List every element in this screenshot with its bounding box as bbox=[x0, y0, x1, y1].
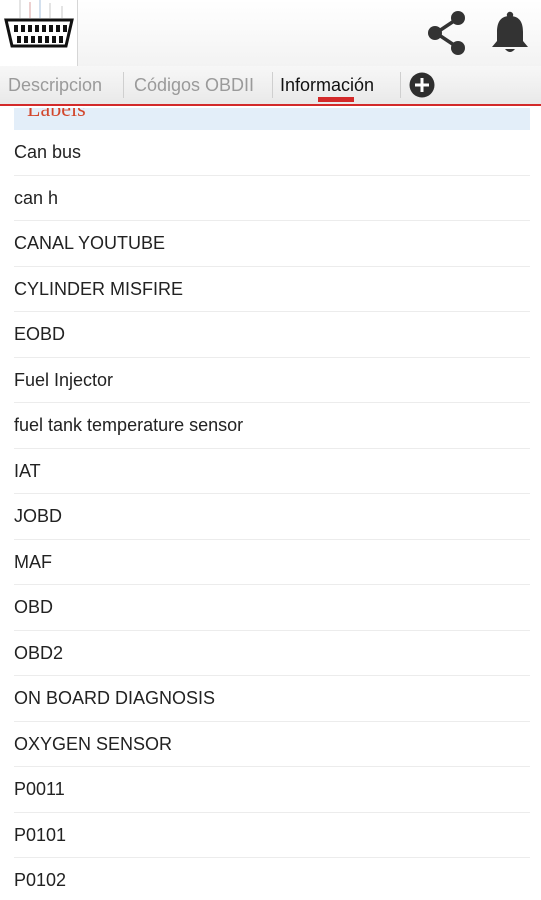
label-link[interactable]: P0102 bbox=[14, 858, 530, 900]
labels-section-header: Labels bbox=[14, 108, 530, 130]
label-link[interactable]: CYLINDER MISFIRE bbox=[14, 267, 530, 312]
obd-connector-icon bbox=[4, 0, 74, 48]
labels-panel: Labels Can bus can h CANAL YOUTUBE CYLIN… bbox=[0, 108, 541, 900]
tab-divider bbox=[272, 72, 273, 98]
label-link[interactable]: P0101 bbox=[14, 813, 530, 858]
active-tab-indicator bbox=[318, 97, 354, 102]
label-link[interactable]: P0011 bbox=[14, 767, 530, 813]
label-link[interactable]: JOBD bbox=[14, 494, 530, 540]
tab-bar: Descripcion Códigos OBDII Información bbox=[0, 66, 541, 106]
app-logo[interactable] bbox=[0, 0, 78, 66]
label-link[interactable]: OBD bbox=[14, 585, 530, 631]
label-link[interactable]: EOBD bbox=[14, 312, 530, 358]
app-header bbox=[0, 0, 541, 66]
label-link[interactable]: Fuel Injector bbox=[14, 358, 530, 403]
tab-divider bbox=[123, 72, 124, 98]
label-link[interactable]: can h bbox=[14, 176, 530, 221]
label-link[interactable]: OXYGEN SENSOR bbox=[14, 722, 530, 767]
labels-list: Can bus can h CANAL YOUTUBE CYLINDER MIS… bbox=[14, 130, 530, 900]
label-link[interactable]: OBD2 bbox=[14, 631, 530, 676]
tab-descripcion[interactable]: Descripcion bbox=[8, 66, 102, 104]
share-icon[interactable] bbox=[422, 8, 472, 58]
label-link[interactable]: fuel tank temperature sensor bbox=[14, 403, 530, 449]
plus-circle-icon[interactable] bbox=[409, 72, 435, 98]
label-link[interactable]: CANAL YOUTUBE bbox=[14, 221, 530, 267]
tab-codigos-obdii[interactable]: Códigos OBDII bbox=[134, 66, 254, 104]
label-link[interactable]: Can bus bbox=[14, 130, 530, 176]
label-link[interactable]: MAF bbox=[14, 540, 530, 585]
label-link[interactable]: ON BOARD DIAGNOSIS bbox=[14, 676, 530, 722]
label-link[interactable]: IAT bbox=[14, 449, 530, 494]
tab-divider bbox=[400, 72, 401, 98]
labels-section-title: Labels bbox=[27, 108, 86, 121]
bell-icon[interactable] bbox=[485, 8, 535, 58]
